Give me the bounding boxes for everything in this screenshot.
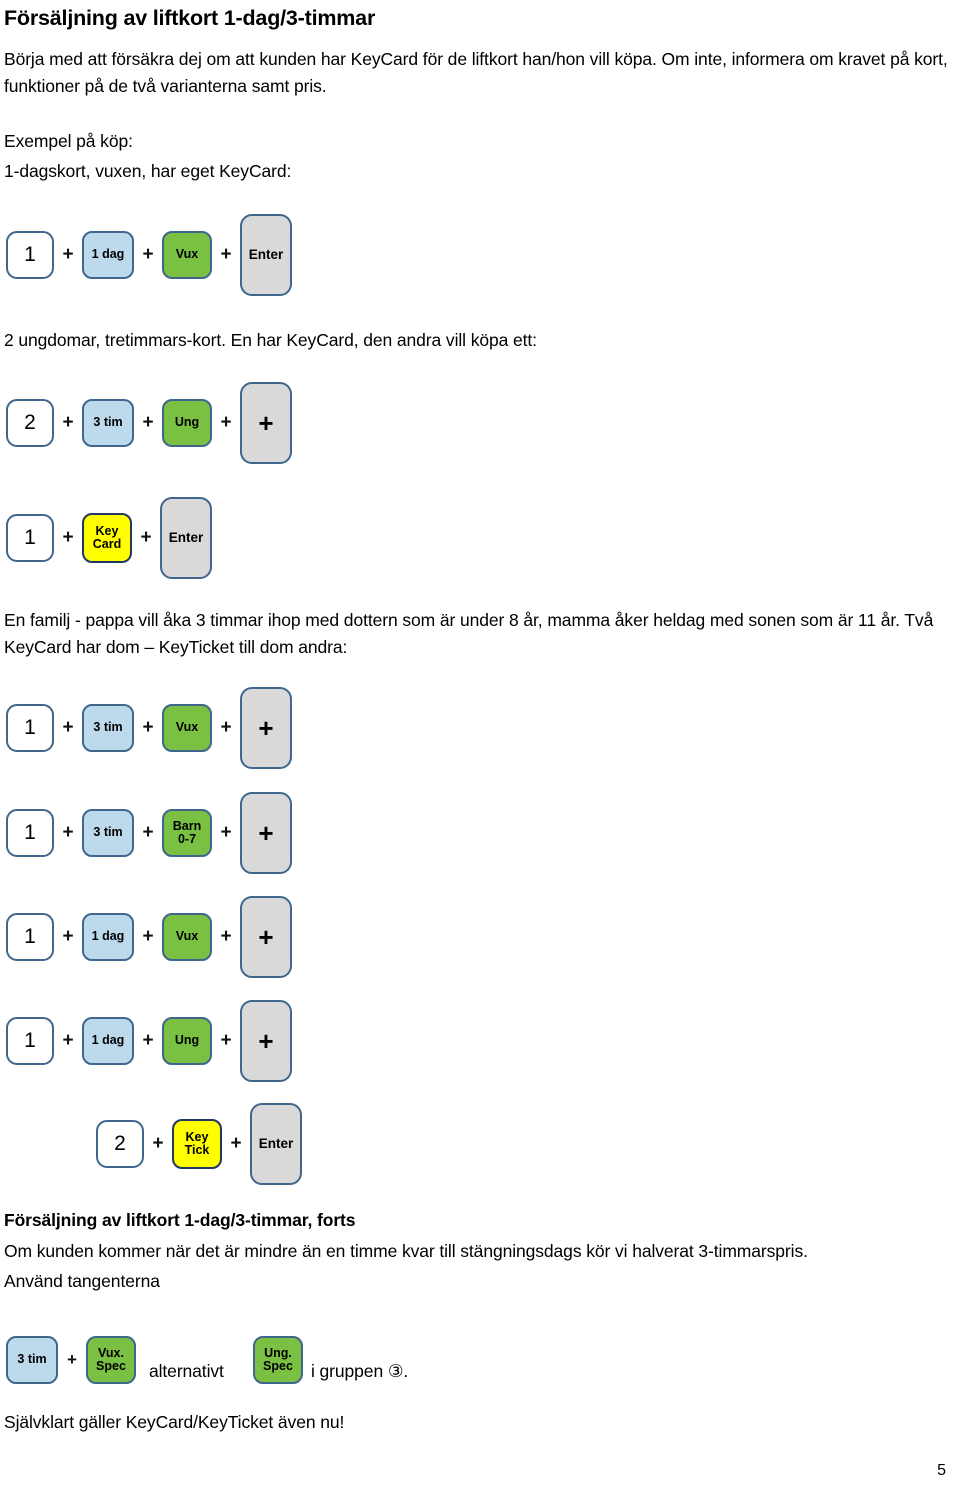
group-label: i gruppen ③.: [311, 1361, 409, 1381]
page-title: Försäljning av liftkort 1-dag/3-timmar: [4, 6, 376, 30]
key-vux[interactable]: Vux: [162, 704, 212, 752]
plus-separator: +: [220, 926, 232, 947]
key-barn-0-7[interactable]: Barn 0-7: [162, 809, 212, 857]
key-plus[interactable]: +: [240, 687, 292, 769]
plus-separator: +: [142, 926, 154, 947]
plus-separator: +: [220, 822, 232, 843]
key-sequence-1-3tim-barn-plus: 1 + 3 tim + Barn 0-7 + +: [6, 792, 292, 874]
key-vux[interactable]: Vux: [162, 231, 212, 279]
plus-separator: +: [142, 1030, 154, 1051]
plus-separator: +: [220, 412, 232, 433]
key-3-tim[interactable]: 3 tim: [82, 809, 134, 857]
plus-separator: +: [62, 527, 74, 548]
key-ung-spec[interactable]: Ung. Spec: [253, 1336, 303, 1384]
key-plus[interactable]: +: [240, 1000, 292, 1082]
key-quantity-1[interactable]: 1: [6, 231, 54, 279]
plus-separator: +: [152, 1133, 164, 1154]
plus-separator: +: [62, 412, 74, 433]
key-enter[interactable]: Enter: [160, 497, 212, 579]
key-sequence-2-3tim-ung-plus: 2 + 3 tim + Ung + +: [6, 382, 292, 464]
plus-separator: +: [220, 1030, 232, 1051]
plus-separator: +: [220, 244, 232, 265]
plus-separator: +: [62, 1030, 74, 1051]
plus-separator: +: [62, 717, 74, 738]
key-1-dag[interactable]: 1 dag: [82, 913, 134, 961]
plus-separator: +: [140, 527, 152, 548]
plus-separator: +: [142, 412, 154, 433]
footer-note: Självklart gäller KeyCard/KeyTicket även…: [4, 1412, 345, 1432]
key-quantity-1[interactable]: 1: [6, 704, 54, 752]
key-sequence-1-1dag-ung-plus: 1 + 1 dag + Ung + +: [6, 1000, 292, 1082]
key-sequence-1-dag-vux-enter: 1 + 1 dag + Vux + Enter: [6, 214, 292, 296]
key-keytick[interactable]: Key Tick: [172, 1119, 222, 1169]
example-3-caption: En familj - pappa vill åka 3 timmar ihop…: [4, 610, 934, 657]
key-1-dag[interactable]: 1 dag: [82, 1017, 134, 1065]
page-number: 5: [937, 1462, 946, 1479]
example-2-caption: 2 ungdomar, tretimmars-kort. En har KeyC…: [4, 330, 537, 350]
key-quantity-1[interactable]: 1: [6, 809, 54, 857]
key-sequence-1-keycard-enter: 1 + Key Card + Enter: [6, 497, 212, 579]
use-keys-label: Använd tangenterna: [4, 1271, 160, 1291]
key-sequence-3tim-vuxspec: 3 tim + Vux. Spec: [6, 1336, 136, 1384]
plus-separator: +: [230, 1133, 242, 1154]
continuation-title: Försäljning av liftkort 1-dag/3-timmar, …: [4, 1210, 356, 1230]
key-plus[interactable]: +: [240, 896, 292, 978]
example-1-caption: 1-dagskort, vuxen, har eget KeyCard:: [4, 161, 292, 181]
alternatively-label: alternativt: [149, 1361, 224, 1381]
key-quantity-2[interactable]: 2: [96, 1120, 144, 1168]
plus-separator: +: [62, 822, 74, 843]
plus-separator: +: [142, 717, 154, 738]
plus-separator: +: [220, 717, 232, 738]
key-sequence-ungspec: Ung. Spec: [253, 1336, 303, 1384]
key-quantity-1[interactable]: 1: [6, 514, 54, 562]
key-quantity-2[interactable]: 2: [6, 399, 54, 447]
key-quantity-1[interactable]: 1: [6, 1017, 54, 1065]
key-ung[interactable]: Ung: [162, 399, 212, 447]
key-enter[interactable]: Enter: [240, 214, 292, 296]
key-vux-spec[interactable]: Vux. Spec: [86, 1336, 136, 1384]
key-ung[interactable]: Ung: [162, 1017, 212, 1065]
key-vux[interactable]: Vux: [162, 913, 212, 961]
key-3-tim[interactable]: 3 tim: [82, 399, 134, 447]
key-plus[interactable]: +: [240, 382, 292, 464]
continuation-paragraph: Om kunden kommer när det är mindre än en…: [4, 1241, 808, 1261]
document-page: Försäljning av liftkort 1-dag/3-timmar B…: [0, 0, 960, 1494]
plus-separator: +: [142, 822, 154, 843]
plus-separator: +: [62, 926, 74, 947]
key-3-tim[interactable]: 3 tim: [6, 1336, 58, 1384]
key-plus[interactable]: +: [240, 792, 292, 874]
key-1-dag[interactable]: 1 dag: [82, 231, 134, 279]
key-quantity-1[interactable]: 1: [6, 913, 54, 961]
key-sequence-2-keytick-enter: 2 + Key Tick + Enter: [96, 1103, 302, 1185]
key-3-tim[interactable]: 3 tim: [82, 704, 134, 752]
key-sequence-1-3tim-vux-plus: 1 + 3 tim + Vux + +: [6, 687, 292, 769]
plus-separator: +: [142, 244, 154, 265]
example-label: Exempel på köp:: [4, 131, 133, 151]
key-keycard[interactable]: Key Card: [82, 513, 132, 563]
plus-separator: +: [67, 1350, 77, 1369]
plus-separator: +: [62, 244, 74, 265]
key-enter[interactable]: Enter: [250, 1103, 302, 1185]
key-sequence-1-1dag-vux-plus: 1 + 1 dag + Vux + +: [6, 896, 292, 978]
intro-paragraph: Börja med att försäkra dej om att kunden…: [4, 49, 948, 96]
